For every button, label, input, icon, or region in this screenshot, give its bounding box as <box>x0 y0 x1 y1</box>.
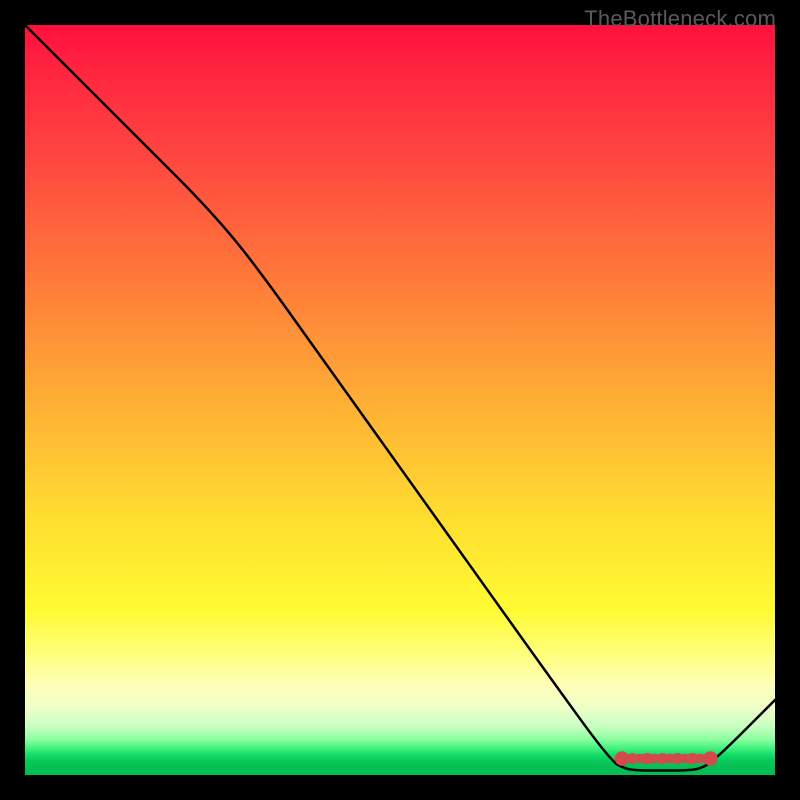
chart-overlay <box>25 25 775 775</box>
optimal-zone-markers <box>615 751 718 766</box>
optimal-marker-cap <box>703 751 718 766</box>
bottleneck-curve <box>25 25 775 771</box>
watermark-text: TheBottleneck.com <box>584 6 776 32</box>
plot-inner <box>25 25 775 775</box>
plot-area <box>25 25 775 775</box>
optimal-marker-cap <box>615 751 630 766</box>
